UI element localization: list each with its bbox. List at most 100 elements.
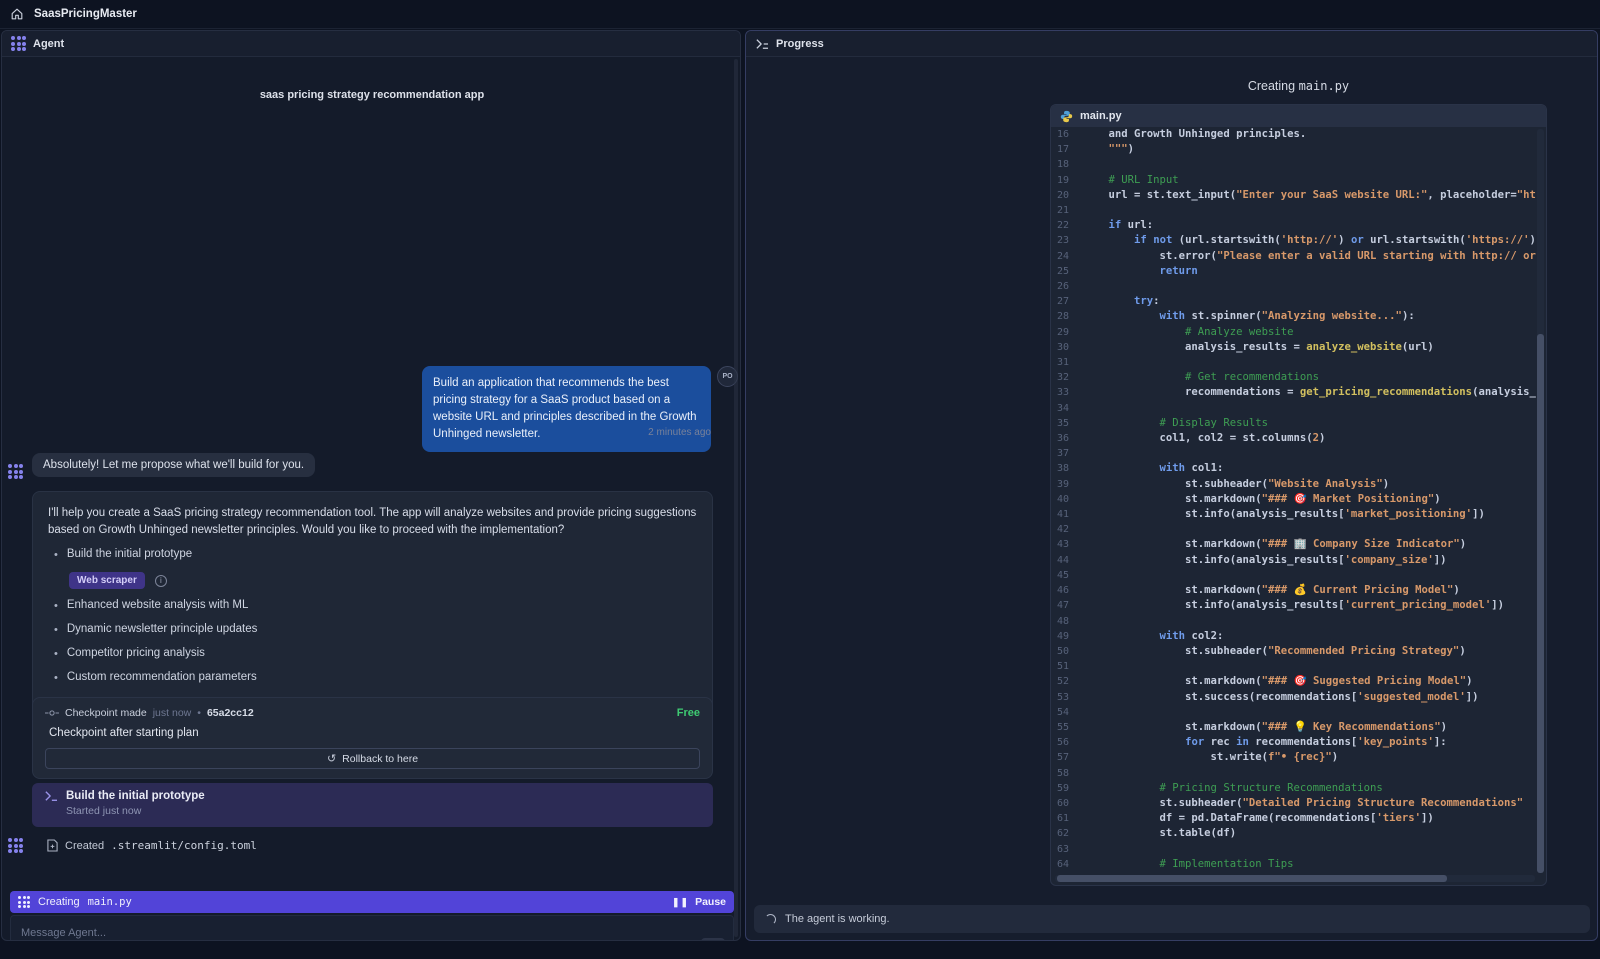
checkpoint-title: Checkpoint after starting plan <box>49 727 700 739</box>
code-line: 48 <box>1051 614 1536 629</box>
plan-list: •Build the initial prototype Web scraper i… <box>48 548 697 686</box>
code-line: 30 analysis_results = analyze_website(ur… <box>1051 340 1536 355</box>
agent-panel-title: Agent <box>33 38 64 50</box>
code-line: 29 # Analyze website <box>1051 325 1536 340</box>
code-line: 57 st.write(f"• {rec}") <box>1051 750 1536 765</box>
code-line: 59 # Pricing Structure Recommendations <box>1051 781 1536 796</box>
code-line: 20 url = st.text_input("Enter your SaaS … <box>1051 188 1536 203</box>
code-line: 26 <box>1051 279 1536 294</box>
code-editor-card: main.py 16 and Growth Unhinged principle… <box>1050 104 1547 886</box>
code-line: 58 <box>1051 766 1536 781</box>
code-line: 64 # Implementation Tips <box>1051 857 1536 871</box>
progress-panel-title: Progress <box>776 38 824 50</box>
task-status: Started just now <box>66 805 701 817</box>
checkpoint-hash: 65a2cc12 <box>207 707 254 719</box>
code-line: 42 <box>1051 522 1536 537</box>
checkpoint-cost-badge: Free <box>677 707 700 719</box>
code-line: 22 if url: <box>1051 218 1536 233</box>
pause-icon: ❚❚ <box>672 897 689 908</box>
progress-icon <box>755 38 769 50</box>
task-title: Build the initial prototype <box>66 790 205 802</box>
code-line: 41 st.info(analysis_results['market_posi… <box>1051 507 1536 522</box>
task-progress-icon <box>44 790 58 802</box>
code-line: 46 st.markdown("### 💰 Current Pricing Mo… <box>1051 583 1536 598</box>
code-line: 51 <box>1051 659 1536 674</box>
app-window: SaasPricingMaster Agent saas pricing str… <box>0 0 1600 959</box>
pause-button[interactable]: ❚❚ Pause <box>672 896 726 908</box>
agent-panel-scrollbar[interactable] <box>734 59 738 937</box>
code-line: 31 <box>1051 355 1536 370</box>
code-line: 53 st.success(recommendations['suggested… <box>1051 690 1536 705</box>
code-line: 25 return <box>1051 264 1536 279</box>
progress-step-file: main.py <box>1299 79 1350 93</box>
progress-panel-header: Progress <box>746 31 1597 57</box>
plan-item: •Custom recommendation parameters <box>54 671 697 686</box>
code-lines: 16 and Growth Unhinged principles.17 """… <box>1051 127 1536 871</box>
python-icon <box>1060 110 1073 123</box>
working-file: main.py <box>88 896 132 908</box>
web-scraper-badge[interactable]: Web scraper <box>69 572 145 589</box>
plan-item-badges: Web scraper i <box>69 572 697 589</box>
code-line: 23 if not (url.startswith('http://') or … <box>1051 233 1536 248</box>
code-line: 50 st.subheader("Recommended Pricing Str… <box>1051 644 1536 659</box>
agent-status-text: The agent is working. <box>785 913 890 925</box>
scrollbar-thumb[interactable] <box>1537 334 1544 873</box>
checkpoint-label: Checkpoint made <box>65 707 147 719</box>
code-line: 49 with col2: <box>1051 629 1536 644</box>
agent-icon <box>11 36 26 51</box>
plan-item: •Build the initial prototype <box>54 548 697 563</box>
spinner-icon <box>765 914 776 925</box>
code-line: 47 st.info(analysis_results['current_pri… <box>1051 598 1536 613</box>
plan-description: I'll help you create a SaaS pricing stra… <box>48 505 697 539</box>
message-timestamp: 2 minutes ago <box>422 427 711 438</box>
rollback-icon: ↺ <box>327 752 336 765</box>
editor-vertical-scrollbar[interactable] <box>1537 129 1544 873</box>
code-line: 17 """) <box>1051 142 1536 157</box>
rollback-button[interactable]: ↺ Rollback to here <box>45 748 700 769</box>
user-message-bubble: Build an application that recommends the… <box>422 366 711 452</box>
app-title: SaasPricingMaster <box>34 8 137 20</box>
code-line: 35 # Display Results <box>1051 416 1536 431</box>
editor-filename: main.py <box>1080 110 1122 122</box>
home-icon[interactable] <box>10 7 24 21</box>
code-line: 27 try: <box>1051 294 1536 309</box>
code-line: 19 # URL Input <box>1051 173 1536 188</box>
active-task-card[interactable]: Build the initial prototype Started just… <box>32 783 713 827</box>
agent-icon <box>18 896 30 908</box>
code-line: 36 col1, col2 = st.columns(2) <box>1051 431 1536 446</box>
code-line: 62 st.table(df) <box>1051 826 1536 841</box>
agent-status-bar: The agent is working. <box>754 905 1590 933</box>
editor-file-header: main.py <box>1051 105 1546 127</box>
checkpoint-icon <box>45 708 59 718</box>
code-line: 61 df = pd.DataFrame(recommendations['ti… <box>1051 811 1536 826</box>
code-line: 33 recommendations = get_pricing_recomme… <box>1051 385 1536 400</box>
code-line: 24 st.error("Please enter a valid URL st… <box>1051 249 1536 264</box>
code-line: 21 <box>1051 203 1536 218</box>
working-label: Creating <box>38 896 80 908</box>
progress-step-title: Creating main.py <box>1050 79 1547 93</box>
code-line: 34 <box>1051 401 1536 416</box>
scrollbar-thumb[interactable] <box>1057 875 1447 882</box>
code-line: 55 st.markdown("### 💡 Key Recommendation… <box>1051 720 1536 735</box>
file-created-label: Created <box>65 840 104 852</box>
code-line: 38 with col1: <box>1051 461 1536 476</box>
working-status-bar: Creating main.py ❚❚ Pause <box>10 891 734 913</box>
code-line: 43 st.markdown("### 🏢 Company Size Indic… <box>1051 537 1536 552</box>
checkpoint-time: just now <box>153 707 192 719</box>
editor-horizontal-scrollbar[interactable] <box>1055 875 1535 882</box>
plan-card: I'll help you create a SaaS pricing stra… <box>32 491 713 721</box>
send-button[interactable] <box>701 938 725 941</box>
file-icon <box>47 839 58 852</box>
agent-intro-bubble: Absolutely! Let me propose what we'll bu… <box>32 453 315 477</box>
info-icon[interactable]: i <box>155 575 167 587</box>
file-created-path[interactable]: .streamlit/config.toml <box>111 839 257 852</box>
agent-panel-header: Agent <box>2 31 740 57</box>
plan-item: •Dynamic newsletter principle updates <box>54 623 697 638</box>
code-line: 60 st.subheader("Detailed Pricing Struct… <box>1051 796 1536 811</box>
code-line: 40 st.markdown("### 🎯 Market Positioning… <box>1051 492 1536 507</box>
code-line: 32 # Get recommendations <box>1051 370 1536 385</box>
code-line: 37 <box>1051 446 1536 461</box>
agent-panel: Agent saas pricing strategy recommendati… <box>1 30 741 941</box>
code-line: 18 <box>1051 157 1536 172</box>
agent-avatar-icon <box>8 838 23 853</box>
